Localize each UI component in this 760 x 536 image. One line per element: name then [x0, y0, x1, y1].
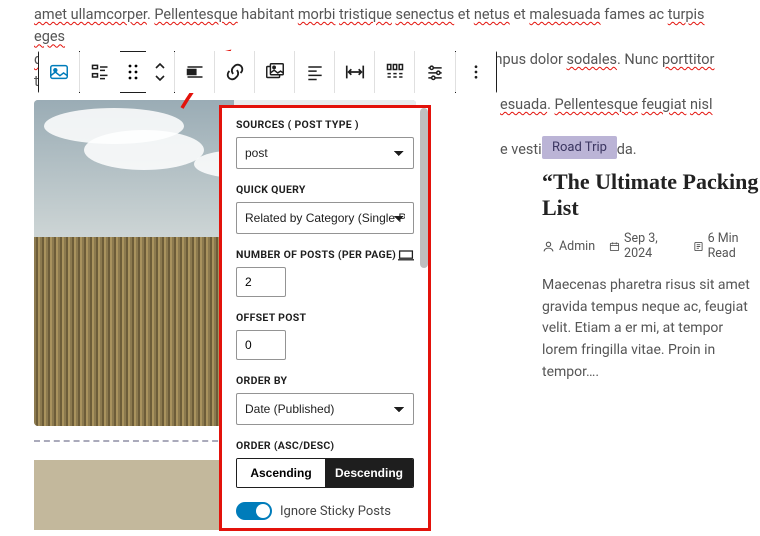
- block-toolbar: [38, 51, 497, 93]
- quick-query-select[interactable]: Related by Category (Single Post): [236, 202, 414, 234]
- sources-label: Sources ( Post Type ): [236, 118, 414, 131]
- device-icon[interactable]: [398, 249, 414, 261]
- orderby-label: Order By: [236, 374, 414, 387]
- width-button[interactable]: [335, 51, 375, 93]
- order-label: Order (Asc/Desc): [236, 439, 414, 452]
- settings-sliders-button[interactable]: [415, 51, 455, 93]
- layout-button[interactable]: [80, 51, 120, 93]
- offset-label: Offset Post: [236, 311, 414, 324]
- quick-query-label: Quick Query: [236, 183, 414, 196]
- post-preview: Road Trip “The Ultimate Packing List Adm…: [536, 100, 760, 536]
- post-readtime: 6 Min Read: [708, 231, 760, 261]
- post-excerpt: Maecenas pharetra risus sit amet gravida…: [542, 275, 760, 383]
- text-align-button[interactable]: [295, 51, 335, 93]
- block-type-button[interactable]: [39, 51, 79, 93]
- more-options-button[interactable]: [456, 51, 496, 93]
- post-date: Sep 3, 2024: [624, 231, 679, 261]
- post-author: Admin: [559, 239, 595, 254]
- post-meta: Admin Sep 3, 2024 6 Min Read: [542, 231, 760, 261]
- post-category-tag[interactable]: Road Trip: [542, 136, 617, 159]
- order-asc-button[interactable]: Ascending: [237, 459, 325, 487]
- drag-handle-icon[interactable]: [120, 63, 146, 81]
- sources-select[interactable]: post: [236, 137, 414, 169]
- move-buttons[interactable]: [146, 51, 174, 93]
- image-replace-button[interactable]: [255, 51, 295, 93]
- post-title[interactable]: “The Ultimate Packing List: [542, 169, 760, 221]
- numposts-input[interactable]: [236, 267, 286, 297]
- link-button[interactable]: [215, 51, 255, 93]
- numposts-label: Number of Posts (Per Page): [236, 248, 414, 261]
- align-button[interactable]: [175, 51, 215, 93]
- order-desc-button[interactable]: Descending: [325, 459, 413, 487]
- orderby-select[interactable]: Date (Published): [236, 393, 414, 425]
- offset-input[interactable]: [236, 330, 286, 360]
- ignore-sticky-label: Ignore Sticky Posts: [280, 504, 391, 519]
- ignore-sticky-toggle[interactable]: [236, 502, 272, 520]
- order-toggle-group: Ascending Descending: [236, 458, 414, 488]
- columns-button[interactable]: [375, 51, 415, 93]
- query-settings-panel: Sources ( Post Type ) post Quick Query R…: [219, 105, 431, 531]
- scrollbar[interactable]: [420, 108, 428, 268]
